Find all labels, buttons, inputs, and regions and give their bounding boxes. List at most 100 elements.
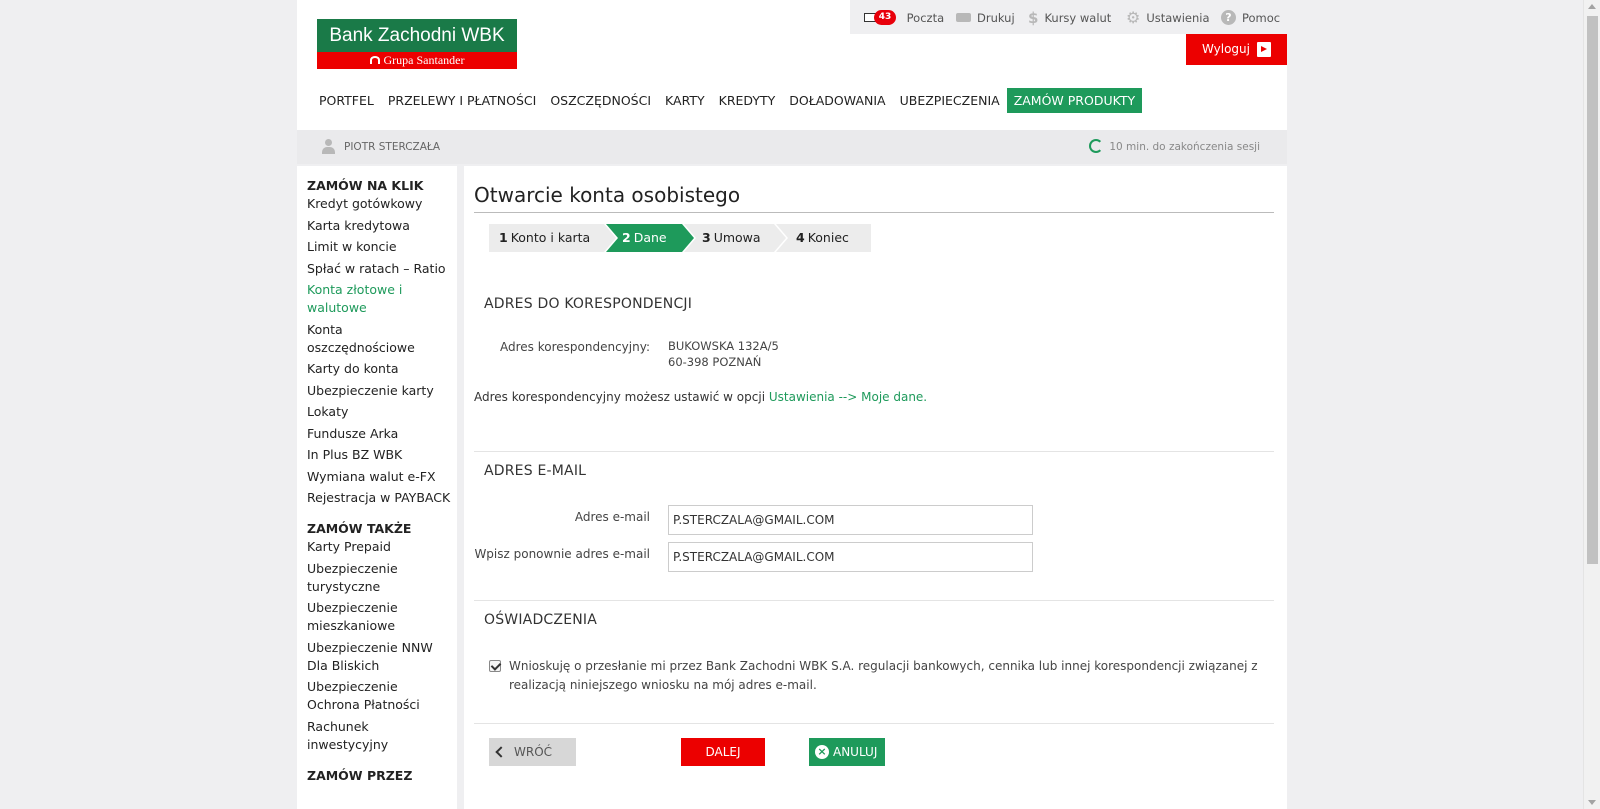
back-button[interactable]: WRÓĆ (489, 738, 576, 766)
logout-icon (1257, 42, 1271, 57)
sidebar-item-efx[interactable]: Wymiana walut e-FX (307, 468, 457, 486)
main-nav: PORTFEL PRZELEWY I PŁATNOŚCI OSZCZĘDNOŚC… (319, 88, 1143, 113)
sidebar-item-kredyt-gotowkowy[interactable]: Kredyt gotówkowy (307, 195, 457, 213)
refresh-icon (1089, 139, 1104, 153)
chevron-left-icon (495, 746, 507, 758)
address-note-text: Adres korespondencyjny możesz ustawić w … (474, 390, 769, 404)
sidebar-item-konta-zlotowe[interactable]: Konta złotowe i walutowe (307, 281, 457, 317)
scrollbar-thumb[interactable] (1587, 16, 1598, 564)
session-text: 10 min. do zakończenia sesji (1109, 141, 1260, 153)
nav-zamow-produkty[interactable]: ZAMÓW PRODUKTY (1006, 88, 1143, 113)
address-note: Adres korespondencyjny możesz ustawić w … (474, 390, 927, 404)
bank-logo[interactable]: Bank Zachodni WBK Grupa Santander (317, 19, 517, 69)
logo-group: Grupa Santander (317, 52, 517, 69)
print-label: Drukuj (977, 11, 1015, 25)
step-1[interactable]: 1 Konto i karta (489, 224, 616, 252)
nav-karty[interactable]: KARTY (658, 88, 712, 113)
sidebar-item-turystyczne[interactable]: Ubezpieczenie turystyczne (307, 560, 457, 596)
next-button[interactable]: DALEJ (681, 738, 765, 766)
sidebar-item-ubezpieczenie-karty[interactable]: Ubezpieczenie karty (307, 382, 457, 400)
close-icon: × (815, 745, 829, 759)
header: Bank Zachodni WBK Grupa Santander Poczta… (297, 0, 1287, 130)
sidebar-heading-klik: ZAMÓW NA KLIK (307, 178, 424, 193)
settings-link[interactable]: ⚙ Ustawienia (1126, 0, 1210, 34)
step-label: Dane (633, 230, 667, 245)
user-info: PIOTR STERCZAŁA (322, 130, 440, 164)
scroll-up-arrow-icon[interactable] (1588, 4, 1596, 9)
nav-przelewy[interactable]: PRZELEWY I PŁATNOŚCI (381, 88, 544, 113)
sidebar-item-karty-do-konta[interactable]: Karty do konta (307, 360, 457, 378)
step-3[interactable]: 3 Umowa (684, 224, 786, 252)
help-icon: ? (1221, 10, 1236, 25)
user-name: PIOTR STERCZAŁA (344, 141, 441, 153)
sidebar-item-karta-kredytowa[interactable]: Karta kredytowa (307, 217, 457, 235)
main-content: Otwarcie konta osobistego 1 Konto i karta… (464, 166, 1287, 809)
declarations-section-title: OŚWIADCZENIA (484, 612, 598, 628)
scroll-down-arrow-icon[interactable] (1588, 800, 1596, 805)
section-divider (474, 723, 1274, 724)
page-title: Otwarcie konta osobistego (474, 183, 741, 207)
email-confirm-field[interactable] (668, 542, 1033, 572)
logo-group-text: Grupa Santander (383, 53, 465, 67)
section-divider (474, 451, 1274, 452)
address-line-2: 60-398 POZNAŃ (668, 355, 762, 369)
user-icon (322, 138, 335, 154)
gear-icon: ⚙ (1126, 7, 1141, 27)
fx-label: Kursy walut (1044, 11, 1112, 25)
sidebar-item-payback[interactable]: Rejestracja w PAYBACK (307, 489, 457, 507)
top-toolbar: Poczta 43 Drukuj $ Kursy walut ⚙ Ustawieni… (850, 0, 1287, 34)
back-label: WRÓĆ (514, 745, 553, 759)
nav-kredyty[interactable]: KREDYTY (712, 88, 783, 113)
nav-doladowania[interactable]: DOŁADOWANIA (782, 88, 892, 113)
sidebar-item-inwestycyjny[interactable]: Rachunek inwestycyjny (307, 718, 457, 754)
fx-rates-link[interactable]: $ Kursy walut (1028, 0, 1111, 34)
address-line-1: BUKOWSKA 132A/5 (668, 339, 779, 353)
step-2-active[interactable]: 2 Dane (606, 224, 694, 252)
logout-button[interactable]: Wyloguj (1186, 34, 1287, 65)
page: Bank Zachodni WBK Grupa Santander Poczta… (297, 0, 1287, 809)
email-field[interactable] (668, 505, 1033, 535)
step-4[interactable]: 4 Koniec (776, 224, 871, 252)
email-consent-text: Wnioskuję o przesłanie mi przez Bank Zac… (509, 659, 1258, 692)
mail-label: Poczta (906, 11, 945, 25)
sidebar-item-ratio[interactable]: Spłać w ratach – Ratio (307, 260, 457, 278)
section-divider (474, 600, 1274, 601)
settings-my-data-link[interactable]: Ustawienia --> Moje dane. (769, 390, 927, 404)
cancel-button[interactable]: × ANULUJ (809, 738, 885, 766)
sidebar-item-in-plus[interactable]: In Plus BZ WBK (307, 446, 457, 464)
session-timer[interactable]: 10 min. do zakończenia sesji (1089, 130, 1260, 164)
print-link[interactable]: Drukuj (956, 0, 1015, 34)
step-label: Konto i karta (510, 230, 591, 245)
wizard-steps: 1 Konto i karta 2 Dane 3 Umowa 4 Koniec (489, 224, 873, 252)
help-label: Pomoc (1242, 11, 1281, 25)
address-label: Adres korespondencyjny: (500, 340, 650, 354)
page-scrollbar[interactable] (1583, 0, 1600, 809)
user-bar: PIOTR STERCZAŁA 10 min. do zakończenia s… (297, 130, 1287, 164)
email-consent-checkbox[interactable] (489, 660, 501, 672)
mail-count-badge: 43 (874, 10, 896, 25)
sidebar-item-lokaty[interactable]: Lokaty (307, 403, 457, 421)
printer-icon (956, 13, 971, 22)
step-number: 2 (622, 230, 631, 245)
sidebar-heading-takze: ZAMÓW TAKŻE (307, 521, 412, 536)
logout-label: Wyloguj (1202, 42, 1250, 56)
nav-oszczednosci[interactable]: OSZCZĘDNOŚCI (543, 88, 658, 113)
sidebar-item-konta-oszczednosciowe[interactable]: Konta oszczędnościowe (307, 321, 457, 357)
currency-exchange-icon: $ (1028, 8, 1039, 27)
sidebar-item-mieszkaniowe[interactable]: Ubezpieczenie mieszkaniowe (307, 599, 457, 635)
email-confirm-label: Wpisz ponownie adres e-mail (474, 547, 650, 561)
settings-label: Ustawienia (1146, 11, 1210, 25)
logo-name: Bank Zachodni WBK (317, 19, 517, 52)
sidebar-item-nnw[interactable]: Ubezpieczenie NNW Dla Bliskich (307, 639, 457, 675)
sidebar-item-ochrona[interactable]: Ubezpieczenie Ochrona Płatności (307, 678, 457, 714)
nav-ubezpieczenia[interactable]: UBEZPIECZENIA (893, 88, 1007, 113)
step-label: Umowa (713, 230, 761, 245)
help-link[interactable]: ? Pomoc (1221, 0, 1280, 34)
email-section-title: ADRES E-MAIL (484, 463, 587, 479)
sidebar-item-limit[interactable]: Limit w koncie (307, 238, 457, 256)
sidebar-item-fundusze[interactable]: Fundusze Arka (307, 425, 457, 443)
step-number: 3 (702, 230, 711, 245)
nav-portfel[interactable]: PORTFEL (319, 88, 381, 113)
sidebar-item-prepaid[interactable]: Karty Prepaid (307, 538, 457, 556)
email-label: Adres e-mail (574, 510, 650, 524)
